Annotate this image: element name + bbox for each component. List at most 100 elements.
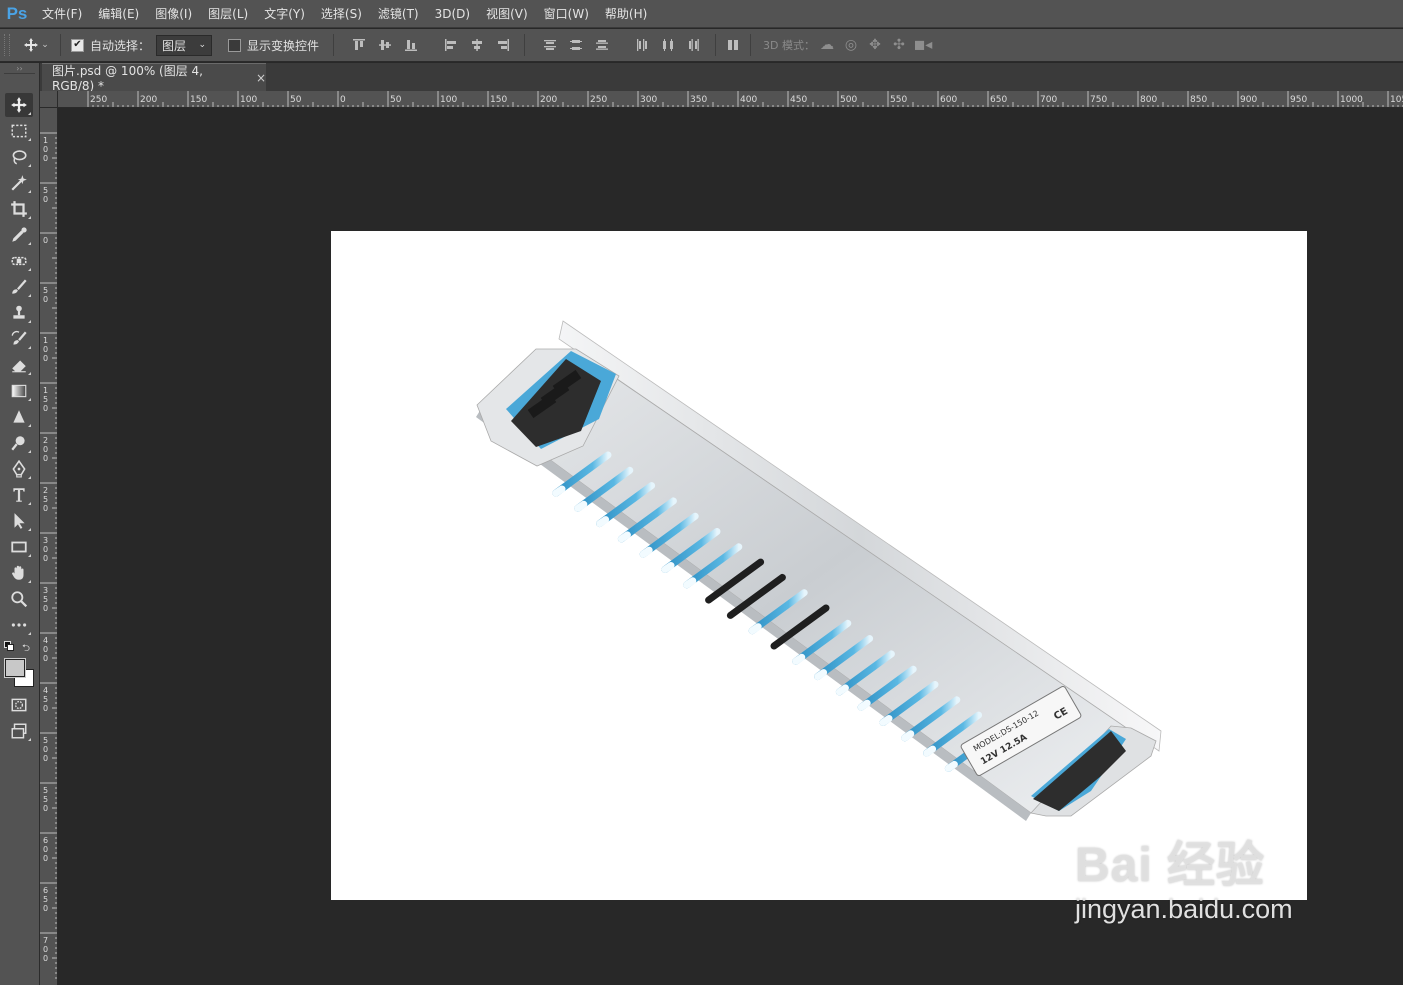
pen-tool[interactable] bbox=[5, 457, 33, 481]
drag-3d-button[interactable]: ✥ bbox=[863, 34, 887, 56]
crop-tool[interactable] bbox=[5, 197, 33, 221]
ruler-label: 50 bbox=[290, 95, 302, 105]
menu-help[interactable]: 帮助(H) bbox=[597, 0, 655, 28]
shape-tool[interactable] bbox=[5, 535, 33, 559]
brush-tool[interactable] bbox=[5, 275, 33, 299]
show-transform-checkbox[interactable] bbox=[228, 38, 242, 52]
ruler-label: 0 bbox=[43, 345, 48, 354]
slide-3d-button[interactable]: ✣ bbox=[887, 34, 911, 56]
stamp-tool[interactable] bbox=[5, 301, 33, 325]
ruler-origin[interactable] bbox=[40, 91, 58, 108]
move-tool-preset[interactable]: ⌄ bbox=[18, 32, 54, 58]
auto-select-target-value: 图层 bbox=[162, 38, 187, 53]
ruler-label: 650 bbox=[990, 95, 1007, 105]
align-hcenter-button[interactable] bbox=[466, 34, 488, 56]
rectangle-icon bbox=[11, 541, 27, 553]
menu-filter[interactable]: 滤镜(T) bbox=[370, 0, 427, 28]
quick-mask-button[interactable] bbox=[5, 693, 33, 717]
zoom-tool[interactable] bbox=[5, 587, 33, 611]
ruler-label: 550 bbox=[890, 95, 907, 105]
healing-tool[interactable] bbox=[5, 249, 33, 273]
options-grip[interactable] bbox=[4, 34, 10, 56]
document-canvas[interactable]: MODEL:DS-150-12 12V 12.5A CE bbox=[331, 231, 1307, 900]
blur-tool[interactable] bbox=[5, 405, 33, 429]
menu-3d[interactable]: 3D(D) bbox=[427, 0, 478, 28]
menu-layer[interactable]: 图层(L) bbox=[200, 0, 256, 28]
eraser-icon bbox=[12, 360, 26, 373]
horizontal-ruler[interactable]: 250 200 150 100 50 0 50 100 150 200 250 300 350 400 45… bbox=[58, 91, 1403, 108]
roll-3d-icon: ◎ bbox=[844, 37, 858, 53]
divider bbox=[715, 34, 717, 56]
history-brush-tool[interactable] bbox=[5, 327, 33, 351]
magic-wand-tool[interactable] bbox=[5, 171, 33, 195]
auto-select-target-dropdown[interactable]: 图层 ⌄ bbox=[156, 34, 213, 56]
roll-3d-button[interactable]: ◎ bbox=[839, 34, 863, 56]
align-bottom-button[interactable] bbox=[400, 34, 422, 56]
menu-bar: Ps 文件(F) 编辑(E) 图像(I) 图层(L) 文字(Y) 选择(S) 滤… bbox=[0, 0, 1403, 28]
ruler-label: 5 bbox=[43, 786, 48, 795]
default-colors-icon[interactable] bbox=[4, 641, 16, 653]
ruler-label: 100 bbox=[440, 95, 457, 105]
menu-file[interactable]: 文件(F) bbox=[34, 0, 90, 28]
menu-select[interactable]: 选择(S) bbox=[313, 0, 370, 28]
foreground-color-swatch[interactable] bbox=[4, 658, 26, 678]
hand-tool[interactable] bbox=[5, 561, 33, 585]
dodge-tool[interactable] bbox=[5, 431, 33, 455]
gradient-tool[interactable] bbox=[5, 379, 33, 403]
auto-align-button[interactable] bbox=[722, 34, 744, 56]
menu-view[interactable]: 视图(V) bbox=[478, 0, 536, 28]
menu-image[interactable]: 图像(I) bbox=[147, 0, 200, 28]
ruler-label: 0 bbox=[43, 554, 48, 563]
menu-window[interactable]: 窗口(W) bbox=[536, 0, 597, 28]
photoshop-logo[interactable]: Ps bbox=[0, 0, 34, 28]
ruler-label: 6 bbox=[43, 836, 48, 845]
align-right-button[interactable] bbox=[492, 34, 514, 56]
ruler-label: 0 bbox=[43, 195, 48, 204]
ruler-label: 1 bbox=[43, 386, 48, 395]
distribute-right-icon bbox=[689, 39, 699, 51]
ruler-label: 0 bbox=[43, 904, 48, 913]
ruler-label: 0 bbox=[43, 704, 48, 713]
ruler-label: 0 bbox=[43, 545, 48, 554]
align-top-button[interactable] bbox=[348, 34, 370, 56]
ruler-label: 150 bbox=[190, 95, 207, 105]
more-tools[interactable] bbox=[5, 613, 33, 637]
divider bbox=[524, 34, 526, 56]
align-vcenter-button[interactable] bbox=[374, 34, 396, 56]
lasso-tool[interactable] bbox=[5, 145, 33, 169]
document-tab[interactable]: 图片.psd @ 100% (图层 4, RGB/8) * × bbox=[42, 63, 266, 93]
marquee-tool[interactable] bbox=[5, 119, 33, 143]
auto-select-checkbox[interactable]: ✔ bbox=[71, 38, 84, 52]
vertical-ruler[interactable]: 1005005010015020025030035040045050055060… bbox=[40, 108, 58, 985]
panel-collapse-icon[interactable]: ›› bbox=[0, 63, 39, 73]
distribute-top-button[interactable] bbox=[539, 34, 561, 56]
move-icon bbox=[11, 97, 27, 113]
distribute-left-button[interactable] bbox=[631, 34, 653, 56]
type-tool[interactable] bbox=[5, 483, 33, 507]
menu-type[interactable]: 文字(Y) bbox=[256, 0, 313, 28]
vent-slot-highlight bbox=[617, 531, 631, 543]
scale-3d-button[interactable]: ◼◂ bbox=[911, 34, 935, 56]
canvas-area[interactable]: MODEL:DS-150-12 12V 12.5A CE bbox=[58, 108, 1403, 985]
distribute-vcenter-button[interactable] bbox=[565, 34, 587, 56]
eraser-tool[interactable] bbox=[5, 353, 33, 377]
rotate-3d-button[interactable]: ☁ bbox=[815, 34, 839, 56]
arrow-icon bbox=[14, 513, 25, 529]
path-select-tool[interactable] bbox=[5, 509, 33, 533]
divider bbox=[333, 34, 335, 56]
swap-colors-icon[interactable]: ⮌ bbox=[22, 641, 30, 658]
vent-slot-highlight bbox=[879, 715, 893, 726]
ruler-label: 500 bbox=[840, 95, 857, 105]
menu-edit[interactable]: 编辑(E) bbox=[90, 0, 147, 28]
distribute-right-button[interactable] bbox=[683, 34, 705, 56]
ruler-label: 150 bbox=[490, 95, 507, 105]
distribute-hcenter-button[interactable] bbox=[657, 34, 679, 56]
screen-mode-button[interactable] bbox=[5, 719, 33, 743]
vent-slot-highlight bbox=[857, 699, 871, 711]
distribute-bottom-button[interactable] bbox=[591, 34, 613, 56]
eyedropper-icon bbox=[12, 227, 27, 242]
close-icon[interactable]: × bbox=[256, 71, 266, 85]
align-left-button[interactable] bbox=[440, 34, 462, 56]
move-tool[interactable] bbox=[5, 93, 33, 117]
eyedropper-tool[interactable] bbox=[5, 223, 33, 247]
